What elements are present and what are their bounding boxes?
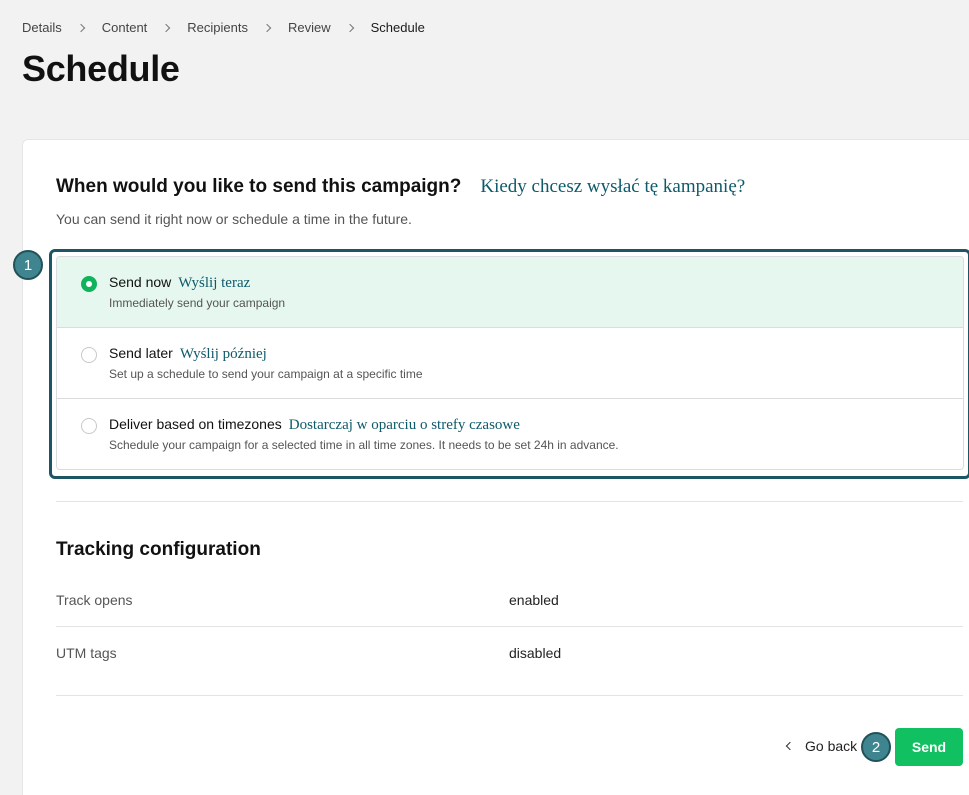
question-row: When would you like to send this campaig… [56, 176, 745, 198]
chevron-right-icon [345, 23, 354, 33]
breadcrumb-review[interactable]: Review [288, 19, 331, 37]
go-back-label: Go back [805, 738, 858, 754]
option-label: Deliver based on timezones [109, 416, 282, 432]
section-divider [56, 501, 963, 502]
chevron-right-icon [76, 23, 85, 33]
question-title: When would you like to send this campaig… [56, 176, 462, 197]
section-divider [56, 695, 963, 696]
go-back-button[interactable]: Go back [785, 738, 858, 754]
utm-tags-label: UTM tags [56, 645, 117, 661]
chevron-right-icon [262, 23, 272, 33]
option-translation: Dostarczaj w oparciu o strefy czasowe [288, 417, 520, 433]
option-description: Schedule your campaign for a selected ti… [109, 438, 619, 452]
utm-tags-value: disabled [509, 645, 562, 661]
breadcrumb: Details Content Recipients Review Schedu… [22, 19, 425, 37]
track-opens-label: Track opens [56, 592, 133, 608]
track-opens-value: enabled [509, 592, 559, 608]
schedule-card: When would you like to send this campaig… [22, 139, 969, 795]
annotation-badge-2: 2 [861, 732, 891, 762]
breadcrumb-details[interactable]: Details [22, 19, 62, 37]
option-deliver-timezones[interactable]: Deliver based on timezones Dostarczaj w … [57, 399, 963, 469]
breadcrumb-schedule: Schedule [370, 20, 425, 35]
tracking-section-title: Tracking configuration [56, 539, 261, 560]
breadcrumb-recipients[interactable]: Recipients [187, 19, 248, 37]
option-send-now[interactable]: Send now Wyślij teraz Immediately send y… [57, 257, 963, 328]
option-translation: Wyślij później [179, 346, 267, 362]
option-send-later[interactable]: Send later Wyślij później Set up a sched… [57, 328, 963, 399]
chevron-left-icon [785, 741, 795, 751]
option-description: Set up a schedule to send your campaign … [109, 367, 423, 381]
send-button[interactable]: Send [895, 728, 963, 766]
radio-checked-icon[interactable] [81, 276, 97, 292]
annotation-badge-1: 1 [13, 250, 43, 280]
question-translation: Kiedy chcesz wysłać tę kampanię? [480, 176, 746, 197]
chevron-right-icon [162, 23, 171, 33]
radio-unchecked-icon[interactable] [81, 418, 97, 434]
option-translation: Wyślij teraz [178, 275, 251, 291]
page-title: Schedule [22, 48, 180, 89]
send-options-group: Send now Wyślij teraz Immediately send y… [56, 256, 964, 470]
question-subtitle: You can send it right now or schedule a … [56, 211, 412, 227]
breadcrumb-content[interactable]: Content [102, 19, 148, 37]
row-divider [56, 626, 963, 627]
option-description: Immediately send your campaign [109, 296, 286, 310]
option-label: Send now [109, 274, 172, 290]
option-label: Send later [109, 345, 173, 361]
radio-unchecked-icon[interactable] [81, 347, 97, 363]
